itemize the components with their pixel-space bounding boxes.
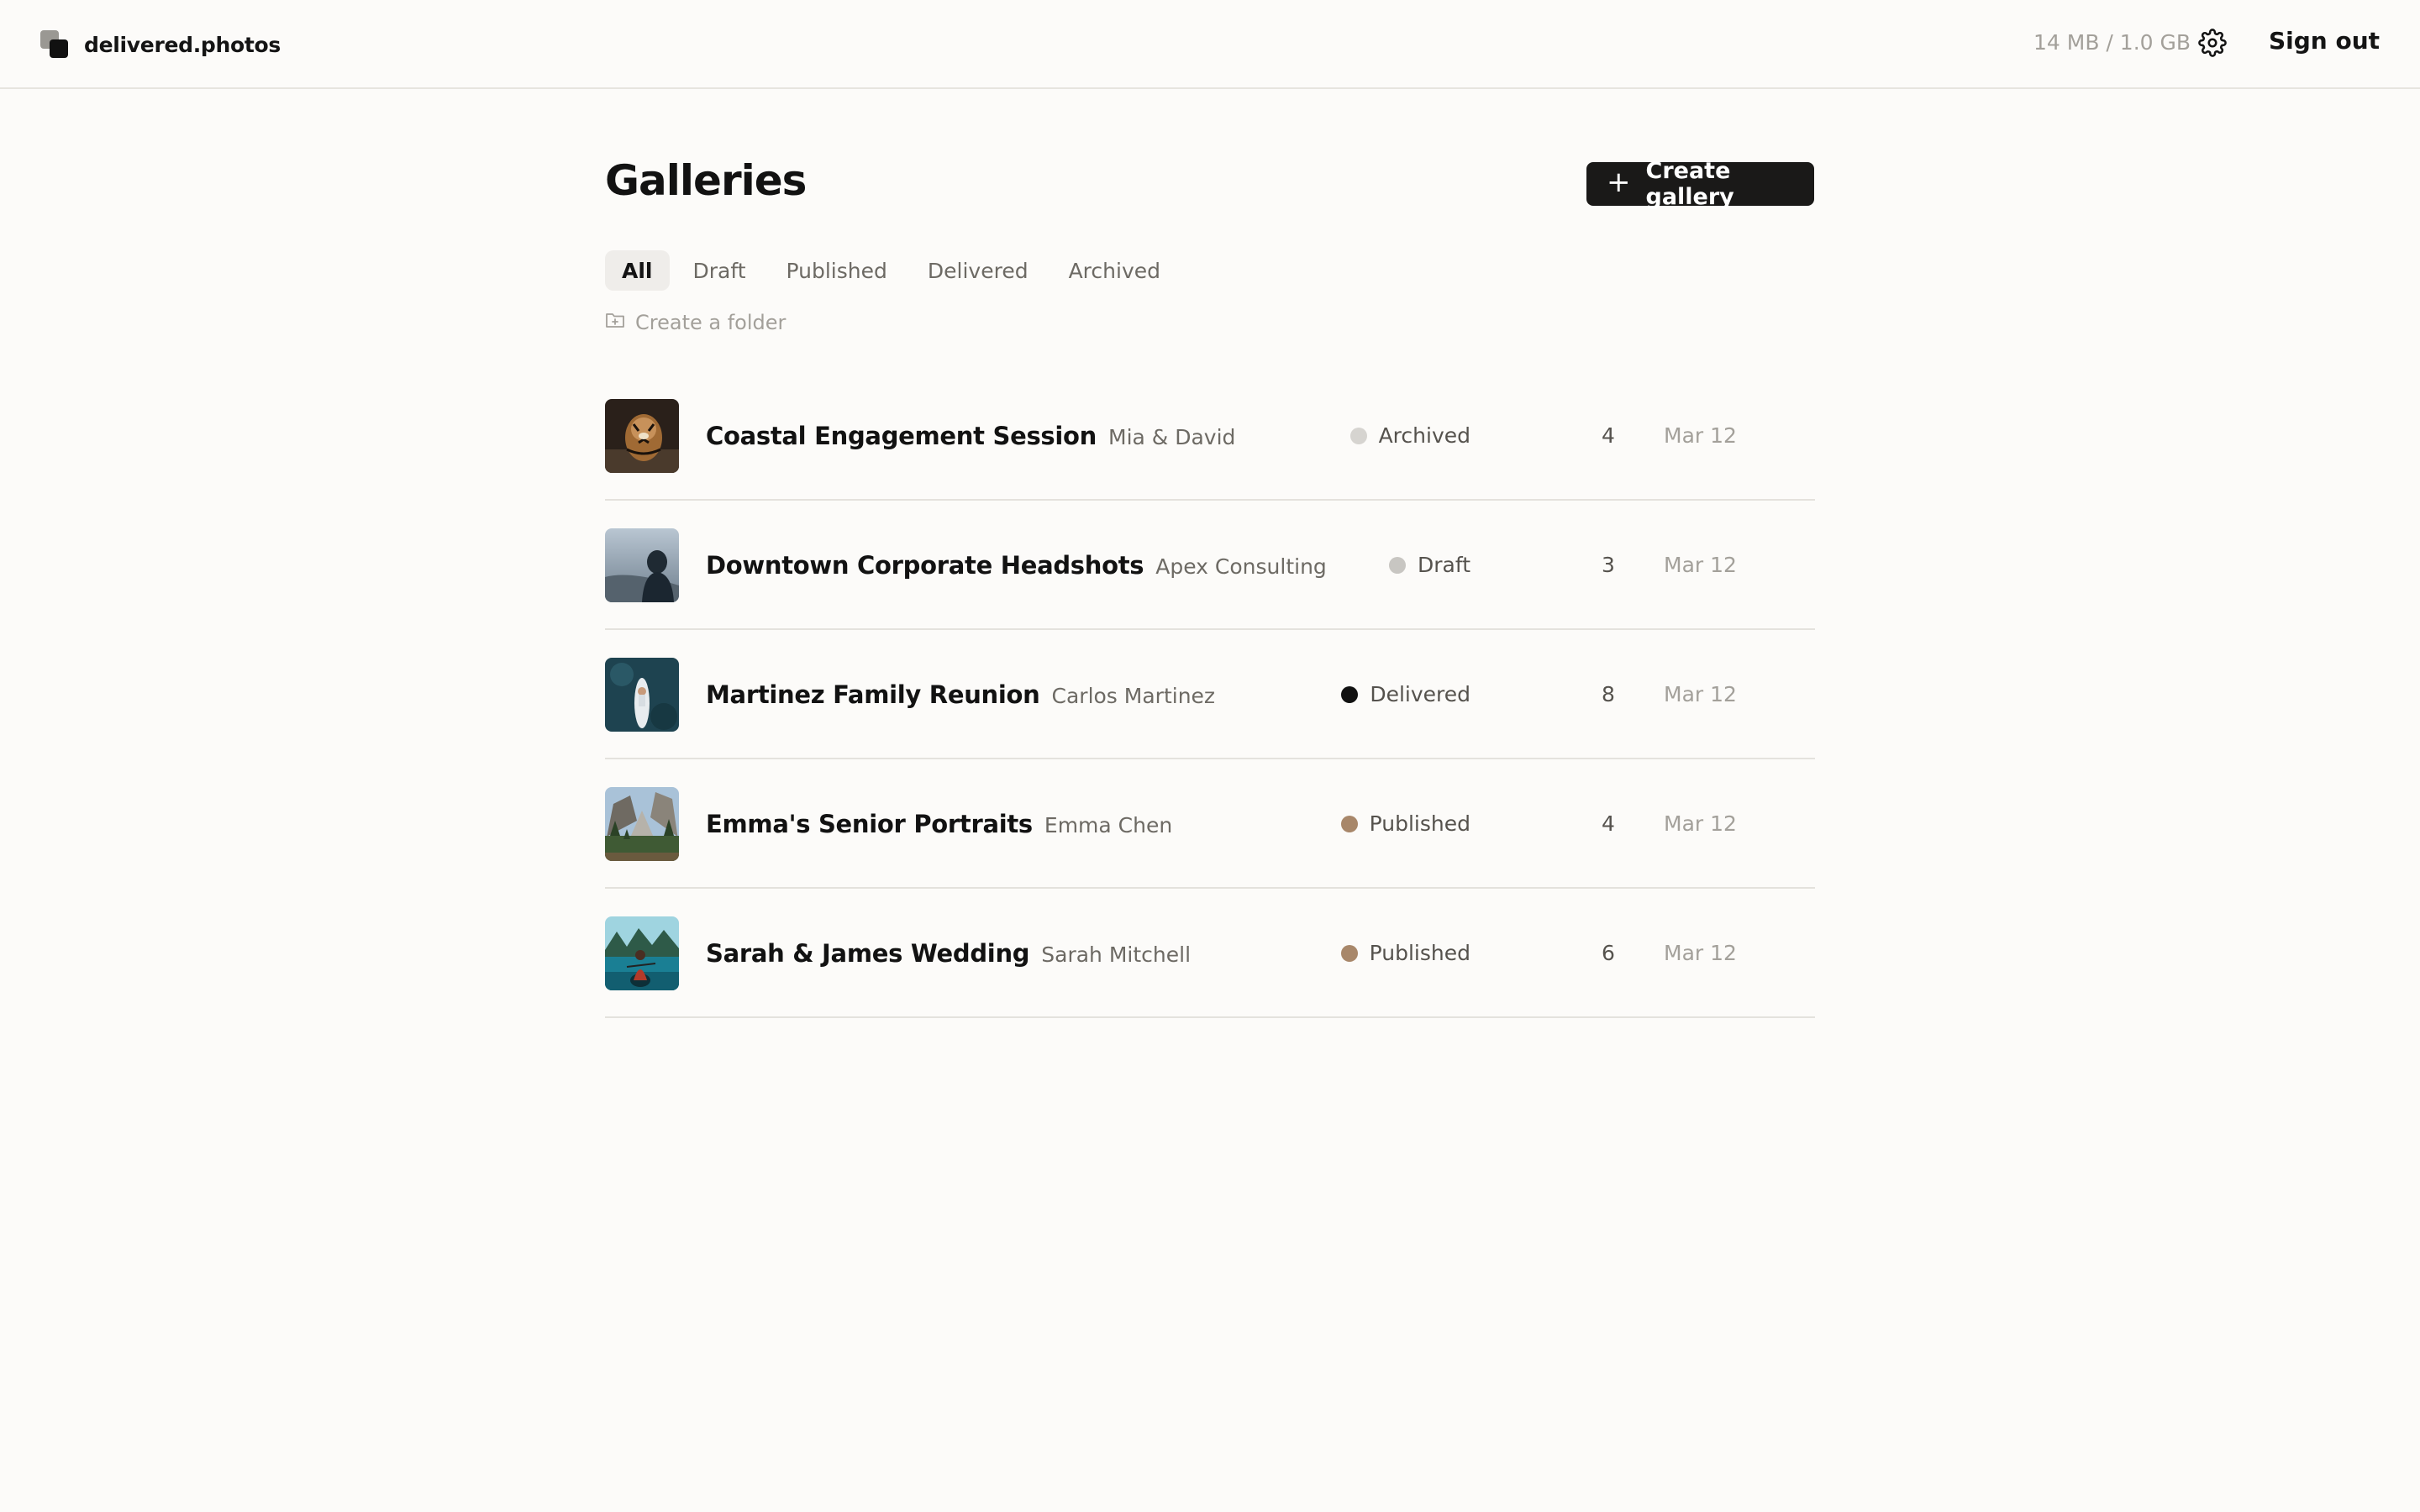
status-badge: Delivered [1341,682,1470,706]
tab-delivered[interactable]: Delivered [911,250,1045,291]
top-bar: delivered.photos 14 MB / 1.0 GB Sign out [0,0,2420,89]
brand[interactable]: delivered.photos [40,30,281,59]
status-dot-icon [1340,815,1358,832]
brand-name: delivered.photos [84,32,281,57]
status-dot-icon [1340,944,1358,962]
tab-draft[interactable]: Draft [676,250,763,291]
gallery-thumbnail [605,528,679,602]
tab-all[interactable]: All [605,250,670,291]
photo-count: 4 [1602,423,1615,448]
gallery-date: Mar 12 [1664,941,1737,965]
gallery-row[interactable]: Coastal Engagement Session Mia & David Ar… [605,371,1815,501]
tab-published[interactable]: Published [770,250,904,291]
gallery-title[interactable]: Downtown Corporate Headshots Apex Consult… [706,551,1327,580]
gallery-title[interactable]: Sarah & James Wedding Sarah Mitchell [706,939,1191,968]
status-label: Published [1369,941,1470,965]
gallery-list: Coastal Engagement Session Mia & David Ar… [605,371,1815,1018]
gallery-title[interactable]: Martinez Family Reunion Carlos Martinez [706,680,1215,709]
gallery-row[interactable]: Sarah & James Wedding Sarah Mitchell Publ… [605,889,1815,1018]
status-badge: Archived [1349,423,1470,448]
gallery-thumbnail [605,658,679,732]
tab-archived[interactable]: Archived [1052,250,1177,291]
gallery-client: Sarah Mitchell [1041,942,1192,967]
gallery-title[interactable]: Emma's Senior Portraits Emma Chen [706,810,1172,838]
gallery-client: Apex Consulting [1155,554,1327,579]
gallery-thumbnail [605,787,679,861]
status-badge: Draft [1388,553,1470,577]
gallery-date: Mar 12 [1664,682,1737,706]
gallery-name: Emma's Senior Portraits [706,810,1033,838]
gear-icon[interactable] [2198,29,2227,57]
gallery-client: Emma Chen [1044,813,1173,837]
create-gallery-label: Create gallery [1645,158,1734,210]
gallery-thumbnail [605,916,679,990]
gallery-row[interactable]: Emma's Senior Portraits Emma Chen Publish… [605,759,1815,889]
gallery-name: Downtown Corporate Headshots [706,551,1144,580]
status-badge: Published [1340,941,1470,965]
status-dot-icon [1349,427,1367,444]
gallery-title[interactable]: Coastal Engagement Session Mia & David [706,422,1235,450]
status-badge: Published [1340,811,1470,836]
photo-count: 3 [1602,553,1615,577]
gallery-name: Coastal Engagement Session [706,422,1097,450]
storage-usage: 14 MB / 1.0 GB [2033,30,2191,55]
status-label: Delivered [1370,682,1470,706]
folder-plus-icon [605,311,625,334]
status-label: Published [1369,811,1470,836]
gallery-row[interactable]: Martinez Family Reunion Carlos Martinez D… [605,630,1815,759]
status-label: Draft [1417,553,1470,577]
gallery-thumbnail [605,399,679,473]
brand-logo-icon [40,30,71,59]
gallery-client: Mia & David [1108,425,1236,449]
status-dot-icon [1388,556,1406,574]
gallery-date: Mar 12 [1664,811,1737,836]
gallery-client: Carlos Martinez [1051,684,1216,708]
gallery-name: Sarah & James Wedding [706,939,1030,968]
create-folder-link[interactable]: Create a folder [605,311,786,334]
status-dot-icon [1341,685,1359,703]
gallery-date: Mar 12 [1664,423,1737,448]
page-title: Galleries [605,156,807,205]
create-folder-label: Create a folder [635,311,786,334]
gallery-date: Mar 12 [1664,553,1737,577]
create-gallery-button[interactable]: + Create gallery [1586,158,1814,210]
photo-count: 8 [1602,682,1615,706]
gallery-row[interactable]: Downtown Corporate Headshots Apex Consult… [605,501,1815,630]
status-label: Archived [1378,423,1470,448]
photo-count: 6 [1602,941,1615,965]
sign-out-button[interactable]: Sign out [2269,27,2380,55]
gallery-name: Martinez Family Reunion [706,680,1040,709]
plus-icon: + [1607,165,1631,199]
status-filter-tabs: All Draft Published Delivered Archived [605,250,1184,291]
photo-count: 4 [1602,811,1615,836]
